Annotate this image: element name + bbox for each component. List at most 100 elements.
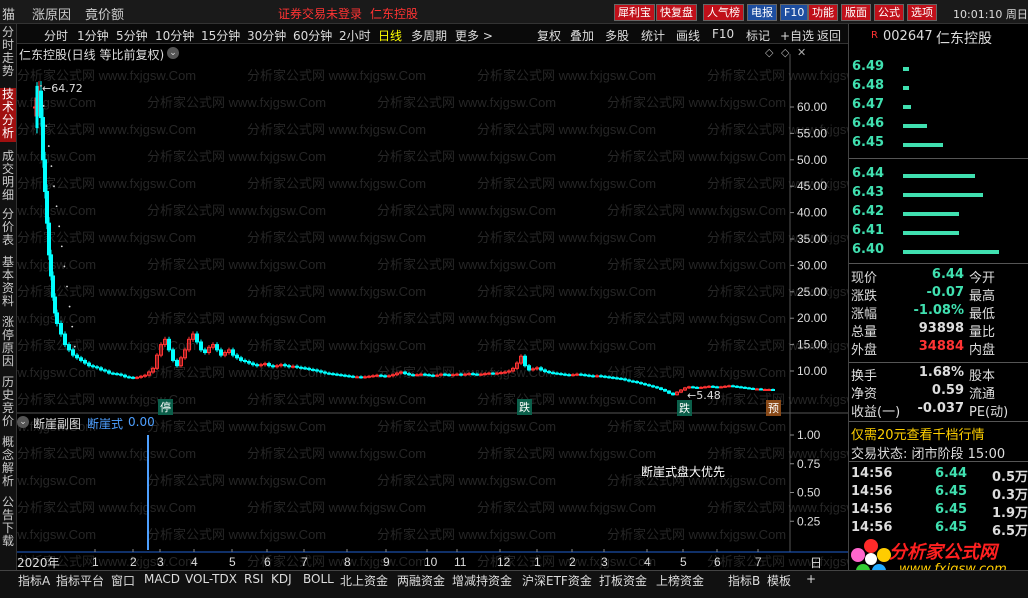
candle-body <box>383 375 387 378</box>
marker-drop[interactable]: 跌 <box>677 400 692 416</box>
period-2hour[interactable]: 2小时 <box>339 27 371 44</box>
tab-concept[interactable]: 概念解析 <box>0 436 16 488</box>
period-15min[interactable]: 15分钟 <box>201 27 240 44</box>
chart-title: 仁东控股(日线 等比前复权) <box>19 48 165 62</box>
menu-item-auction[interactable]: 竟价额 <box>85 4 124 23</box>
period-1min[interactable]: 1分钟 <box>77 27 109 44</box>
tab-announcements[interactable]: 公告下载 <box>0 496 16 548</box>
bid-price[interactable]: 6.44 <box>852 166 884 181</box>
x-tick-label: 6 <box>714 555 721 569</box>
tab-trade-details[interactable]: 成交明细 <box>0 150 16 202</box>
chevron-down-icon[interactable]: ⌄ <box>167 47 179 59</box>
period-daily[interactable]: 日线 <box>378 27 402 44</box>
watermark-text: 分析家公式网 www.fxjgsw.Com <box>377 149 556 164</box>
watermark-text: 分析家公式网 www.fxjgsw.Com <box>247 392 426 407</box>
tool-f10[interactable]: F10 <box>712 27 734 41</box>
tab-indicator-platform[interactable]: 指标平台 <box>56 572 104 589</box>
tool-mark[interactable]: 标记 <box>746 27 770 44</box>
ask-price[interactable]: 6.47 <box>852 97 884 112</box>
candle-body <box>607 376 611 379</box>
tab-history-auction[interactable]: 历史竞价 <box>0 376 16 428</box>
ask-price[interactable]: 6.49 <box>852 59 884 74</box>
period-multi[interactable]: 多周期 <box>411 27 447 44</box>
tab-boll[interactable]: BOLL <box>303 572 334 586</box>
tab-macd[interactable]: MACD <box>144 572 180 586</box>
tool-statistics[interactable]: 统计 <box>641 27 665 44</box>
tick-volume: 6.5万 <box>992 524 1028 539</box>
tool-back[interactable]: 返回 <box>817 27 841 44</box>
sub-y-tick-label: 0.25 <box>797 514 821 528</box>
bid-price[interactable]: 6.41 <box>852 223 884 238</box>
tab-price-table[interactable]: 分价表 <box>0 208 16 248</box>
ask-price[interactable]: 6.45 <box>852 135 884 150</box>
formula-button[interactable]: 公式 <box>874 4 904 21</box>
tab-holding-change[interactable]: 增减持资金 <box>452 572 512 589</box>
tab-top-list[interactable]: 上榜资金 <box>656 572 704 589</box>
candle-body <box>115 373 119 376</box>
tab-add[interactable]: + <box>806 572 816 586</box>
tab-margin[interactable]: 两融资金 <box>397 572 445 589</box>
promo-link[interactable]: 仅需20元查看千档行情 <box>851 424 985 443</box>
menu-item-cat[interactable]: 猫 <box>2 4 15 23</box>
x-tick-label: 7 <box>755 555 762 569</box>
f10-button[interactable]: F10 <box>780 4 809 21</box>
close-icon[interactable]: ✕ <box>797 46 806 59</box>
tab-basic-info[interactable]: 基本资料 <box>0 256 16 308</box>
xilibao-button[interactable]: 犀利宝 <box>614 4 655 21</box>
quote-panel: R 002647 仁东控股 仅需20元查看千档行情 交易状态: 闭市阶段 15:… <box>848 24 1028 582</box>
candle-body <box>455 373 459 376</box>
chevron-down-icon[interactable]: ⌄ <box>17 416 29 428</box>
bid-price[interactable]: 6.43 <box>852 185 884 200</box>
diamond-icon[interactable]: ◇ <box>765 46 773 59</box>
tab-rsi[interactable]: RSI <box>244 572 264 586</box>
tab-template[interactable]: 模板 <box>767 572 791 589</box>
marker-halt[interactable]: 停 <box>158 399 173 415</box>
tool-multi-stock[interactable]: 多股 <box>605 27 629 44</box>
tab-intraday[interactable]: 分时走势 <box>0 26 16 78</box>
tab-window[interactable]: 窗口 <box>111 572 135 589</box>
tool-adjust[interactable]: 复权 <box>537 27 561 44</box>
tab-limitup-funds[interactable]: 打板资金 <box>599 572 647 589</box>
tick-volume: 0.3万 <box>992 488 1028 503</box>
tab-etf[interactable]: 沪深ETF资金 <box>522 572 592 589</box>
tab-limitup-reason[interactable]: 涨停原因 <box>0 316 16 368</box>
bid-price[interactable]: 6.40 <box>852 242 884 257</box>
period-30min[interactable]: 30分钟 <box>247 27 286 44</box>
marker-forecast[interactable]: 预 <box>766 400 781 416</box>
candle-body <box>579 373 583 376</box>
period-60min[interactable]: 60分钟 <box>293 27 332 44</box>
tool-overlay[interactable]: 叠加 <box>570 27 594 44</box>
tab-indicator-a[interactable]: 指标A <box>18 572 50 589</box>
function-button[interactable]: 功能 <box>808 4 838 21</box>
telegraph-button[interactable]: 电报 <box>747 4 777 21</box>
tab-kdj[interactable]: KDJ <box>271 572 292 586</box>
ask-price[interactable]: 6.46 <box>852 116 884 131</box>
stat-value: 1.68% <box>918 365 964 380</box>
watermark-text: 分析家公式网 www.fxjgsw.Com <box>17 365 96 380</box>
options-button[interactable]: 选项 <box>907 4 937 21</box>
y-tick-label: 15.00 <box>797 338 827 352</box>
period-10min[interactable]: 10分钟 <box>155 27 194 44</box>
menu-item-limitup-reason[interactable]: 涨原因 <box>32 4 71 23</box>
ask-price[interactable]: 6.48 <box>852 78 884 93</box>
kline-chart-svg[interactable]: 分析家公式网 www.fxjgsw.Com 分析家公式网 www.fxjgsw.C… <box>0 44 886 572</box>
quick-review-button[interactable]: 快复盘 <box>656 4 697 21</box>
tab-northbound[interactable]: 北上资金 <box>340 572 388 589</box>
candle-body <box>99 367 103 371</box>
marker-drop[interactable]: 跌 <box>517 399 532 415</box>
candle-body <box>71 349 75 356</box>
diamond-icon[interactable]: ◇ <box>781 46 789 59</box>
period-more[interactable]: 更多 > <box>455 27 493 44</box>
y-tick-label: 25.00 <box>797 285 827 299</box>
bid-price[interactable]: 6.42 <box>852 204 884 219</box>
tab-indicator-b[interactable]: 指标B <box>728 572 760 589</box>
period-5min[interactable]: 5分钟 <box>116 27 148 44</box>
tab-technical-analysis[interactable]: 技术分析 <box>0 88 16 142</box>
tool-draw-line[interactable]: 画线 <box>676 27 700 44</box>
chart-area[interactable]: 分析家公式网 www.fxjgsw.Com 分析家公式网 www.fxjgsw.C… <box>0 44 886 572</box>
tool-add-watchlist[interactable]: +自选 <box>780 27 814 44</box>
layout-button[interactable]: 版面 <box>841 4 871 21</box>
tab-vol-tdx[interactable]: VOL-TDX <box>185 572 237 586</box>
period-intraday[interactable]: 分时 <box>44 27 68 44</box>
popularity-rank-button[interactable]: 人气榜 <box>703 4 744 21</box>
